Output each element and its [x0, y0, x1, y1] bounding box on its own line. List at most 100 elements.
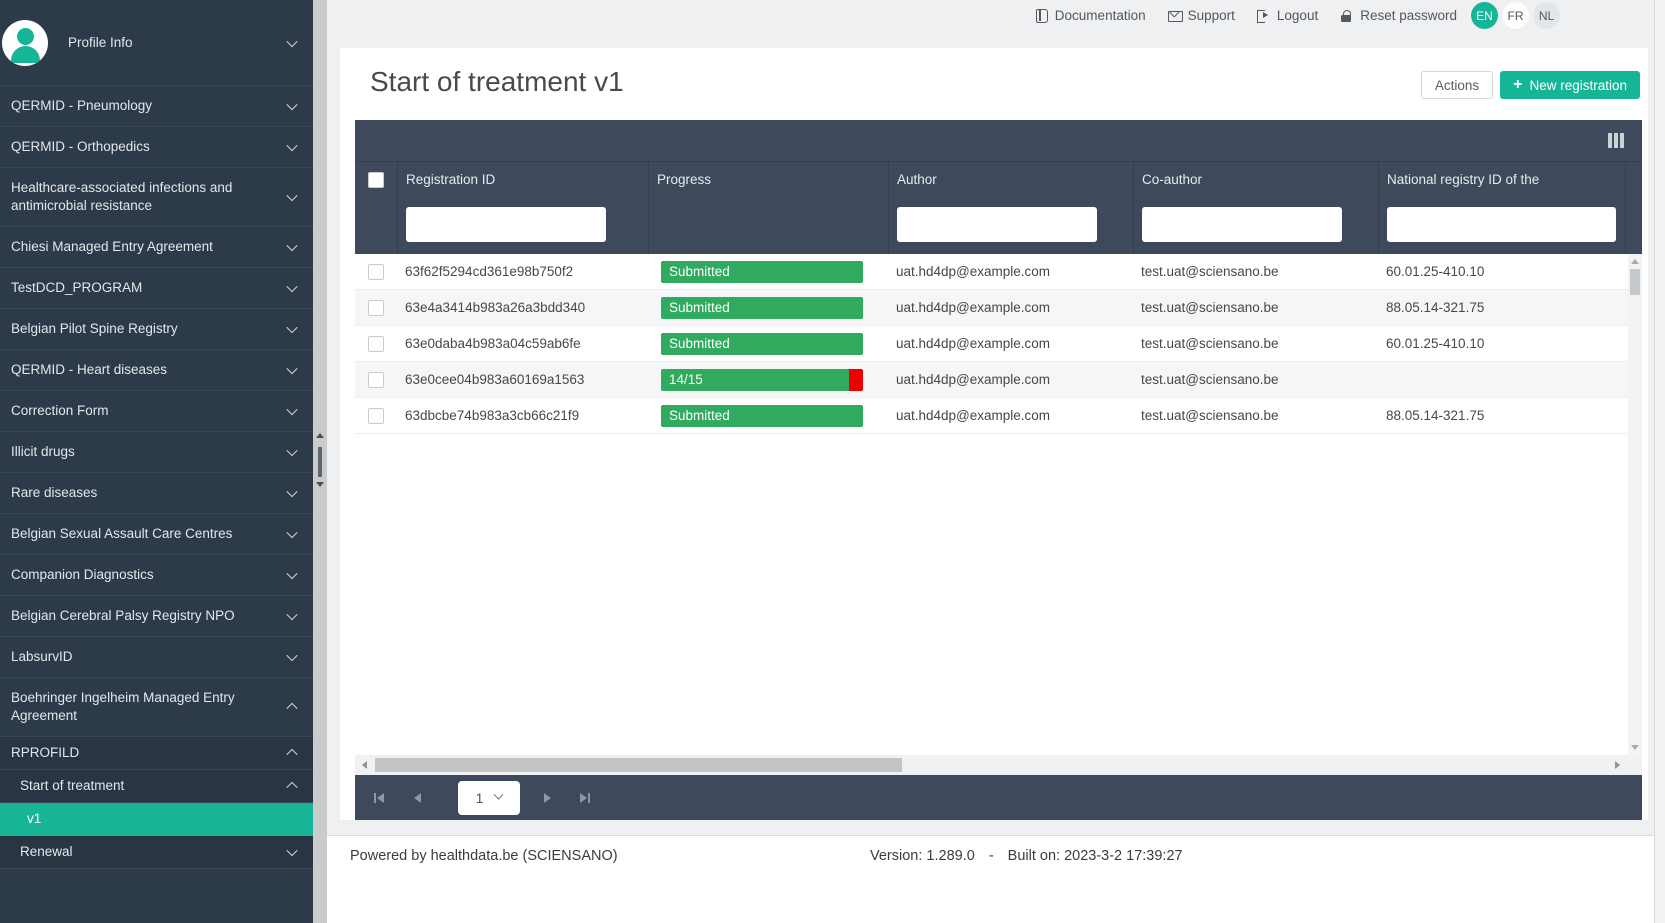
- sidebar-item[interactable]: Start of treatment: [0, 770, 313, 803]
- sidebar-item[interactable]: TestDCD_PROGRAM: [0, 268, 313, 309]
- arrow-left-icon: [377, 792, 384, 803]
- scrollbar-track[interactable]: [375, 758, 1607, 772]
- sidebar-item-label: Belgian Cerebral Palsy Registry NPO: [11, 608, 235, 623]
- scrollbar-thumb[interactable]: [1630, 269, 1640, 295]
- sidebar-item[interactable]: Chiesi Managed Entry Agreement: [0, 227, 313, 268]
- chevron-down-icon: [286, 485, 298, 498]
- sidebar-item[interactable]: QERMID - Orthopedics: [0, 127, 313, 168]
- sidebar-item-label: Start of treatment: [20, 778, 125, 793]
- grid-toolbar: [355, 120, 1642, 162]
- filter-cell-progress: [648, 197, 888, 254]
- sidebar-item[interactable]: Companion Diagnostics: [0, 555, 313, 596]
- column-header-national-registry-id[interactable]: National registry ID of the: [1378, 162, 1625, 197]
- sidebar-profile[interactable]: Profile Info: [0, 0, 313, 86]
- sidebar-item[interactable]: QERMID - Pneumology: [0, 86, 313, 127]
- row-checkbox[interactable]: [368, 299, 384, 316]
- row-checkbox-cell: [355, 326, 397, 361]
- table-row[interactable]: 63e0cee04b983a60169a1563 14/15 uat.hd4dp@e…: [355, 362, 1642, 398]
- filter-input-registration-id[interactable]: [406, 207, 606, 242]
- window-scrollbar[interactable]: [1654, 0, 1665, 923]
- columns-icon[interactable]: [1608, 133, 1612, 148]
- row-checkbox-cell: [355, 362, 397, 397]
- first-page-button[interactable]: [368, 787, 390, 809]
- column-header-author[interactable]: Author: [888, 162, 1133, 197]
- registration-id-cell: 63dbcbe74b983a3cb66c21f9: [405, 408, 580, 423]
- sidebar-item-label: Belgian Sexual Assault Care Centres: [11, 526, 233, 541]
- progress-label: Submitted: [669, 408, 730, 423]
- sidebar-item[interactable]: Illicit drugs: [0, 432, 313, 473]
- previous-page-button[interactable]: [406, 787, 428, 809]
- scrollbar-thumb[interactable]: [318, 447, 322, 477]
- last-page-button[interactable]: [574, 787, 596, 809]
- table-vertical-scrollbar[interactable]: [1628, 254, 1642, 755]
- scroll-down-icon[interactable]: [316, 482, 324, 487]
- progress-badge: Submitted: [661, 297, 863, 319]
- sidebar-item[interactable]: LabsurvID: [0, 637, 313, 678]
- column-header-co-author[interactable]: Co-author: [1133, 162, 1378, 197]
- table-row[interactable]: 63e4a3414b983a26a3bdd340 Submitted uat.hd4…: [355, 290, 1642, 326]
- language-switcher: EN FR NL: [1471, 2, 1560, 29]
- page-select[interactable]: 1: [458, 780, 520, 815]
- chevron-down-icon: [286, 844, 298, 857]
- topbar-link-logout[interactable]: Logout: [1256, 8, 1318, 23]
- user-avatar-icon: [2, 19, 48, 66]
- sidebar-item[interactable]: Rare diseases: [0, 473, 313, 514]
- pagination: 1: [355, 775, 1642, 820]
- language-nl-button[interactable]: NL: [1533, 2, 1560, 29]
- scroll-left-icon[interactable]: [362, 761, 367, 769]
- topbar-link-documentation[interactable]: Documentation: [1035, 8, 1146, 23]
- co-author-cell: test.uat@sciensano.be: [1141, 300, 1279, 315]
- co-author-cell: test.uat@sciensano.be: [1141, 372, 1279, 387]
- table-row[interactable]: 63e0daba4b983a04c59ab6fe Submitted uat.hd4…: [355, 326, 1642, 362]
- sidebar-item[interactable]: Healthcare-associated infections and ant…: [0, 168, 313, 227]
- column-header-registration-id[interactable]: Registration ID: [397, 162, 648, 197]
- scroll-up-icon[interactable]: [1631, 259, 1639, 264]
- sidebar: Profile Info QERMID - Pneumology QERMID -…: [0, 0, 313, 923]
- author-cell: uat.hd4dp@example.com: [896, 300, 1051, 315]
- sidebar-item[interactable]: Belgian Sexual Assault Care Centres: [0, 514, 313, 555]
- table-horizontal-scrollbar[interactable]: [355, 755, 1642, 775]
- sidebar-scrollbar[interactable]: [313, 0, 327, 923]
- table-row[interactable]: 63dbcbe74b983a3cb66c21f9 Submitted uat.hd4…: [355, 398, 1642, 434]
- page-header: Start of treatment v1 Actions + New regi…: [340, 48, 1648, 120]
- sidebar-item-label: Chiesi Managed Entry Agreement: [11, 239, 213, 254]
- language-fr-button[interactable]: FR: [1502, 2, 1529, 29]
- chevron-down-icon: [286, 98, 298, 111]
- new-registration-button[interactable]: + New registration: [1500, 71, 1640, 99]
- progress-cell: 14/15: [648, 362, 888, 397]
- sidebar-item[interactable]: Belgian Cerebral Palsy Registry NPO: [0, 596, 313, 637]
- row-checkbox[interactable]: [368, 335, 384, 352]
- select-all-checkbox[interactable]: [368, 171, 384, 188]
- column-header-progress[interactable]: Progress: [648, 162, 888, 197]
- progress-label: Submitted: [669, 336, 730, 351]
- row-checkbox[interactable]: [368, 263, 384, 280]
- progress-cell: Submitted: [648, 398, 888, 433]
- row-checkbox[interactable]: [368, 371, 384, 388]
- scroll-right-icon[interactable]: [1615, 761, 1620, 769]
- sidebar-item[interactable]: Belgian Pilot Spine Registry: [0, 309, 313, 350]
- scrollbar-thumb[interactable]: [375, 758, 902, 772]
- next-page-button[interactable]: [536, 787, 558, 809]
- language-en-button[interactable]: EN: [1471, 2, 1498, 29]
- scroll-up-icon[interactable]: [316, 433, 324, 438]
- filter-input-author[interactable]: [897, 207, 1097, 242]
- sidebar-item-label: LabsurvID: [11, 649, 73, 664]
- sidebar-item-label: Rare diseases: [11, 485, 98, 500]
- sidebar-item[interactable]: v1: [0, 803, 313, 836]
- row-checkbox[interactable]: [368, 407, 384, 424]
- sidebar-item[interactable]: QERMID - Heart diseases: [0, 350, 313, 391]
- chevron-down-icon: [493, 789, 504, 800]
- version-text: Version: 1.289.0: [870, 848, 975, 864]
- sidebar-item[interactable]: Renewal: [0, 836, 313, 869]
- filter-input-national-registry-id[interactable]: [1387, 207, 1616, 242]
- sidebar-item[interactable]: RPROFILD: [0, 737, 313, 770]
- sidebar-item-label: Belgian Pilot Spine Registry: [11, 321, 178, 336]
- topbar-link-reset-password[interactable]: Reset password: [1340, 8, 1457, 23]
- sidebar-item[interactable]: Correction Form: [0, 391, 313, 432]
- topbar-link-support[interactable]: Support: [1167, 8, 1235, 23]
- filter-input-co-author[interactable]: [1142, 207, 1342, 242]
- sidebar-item[interactable]: Boehringer Ingelheim Managed Entry Agree…: [0, 678, 313, 737]
- scroll-down-icon[interactable]: [1631, 745, 1639, 750]
- table-row[interactable]: 63f62f5294cd361e98b750f2 Submitted uat.hd4…: [355, 254, 1642, 290]
- actions-button[interactable]: Actions: [1420, 71, 1494, 99]
